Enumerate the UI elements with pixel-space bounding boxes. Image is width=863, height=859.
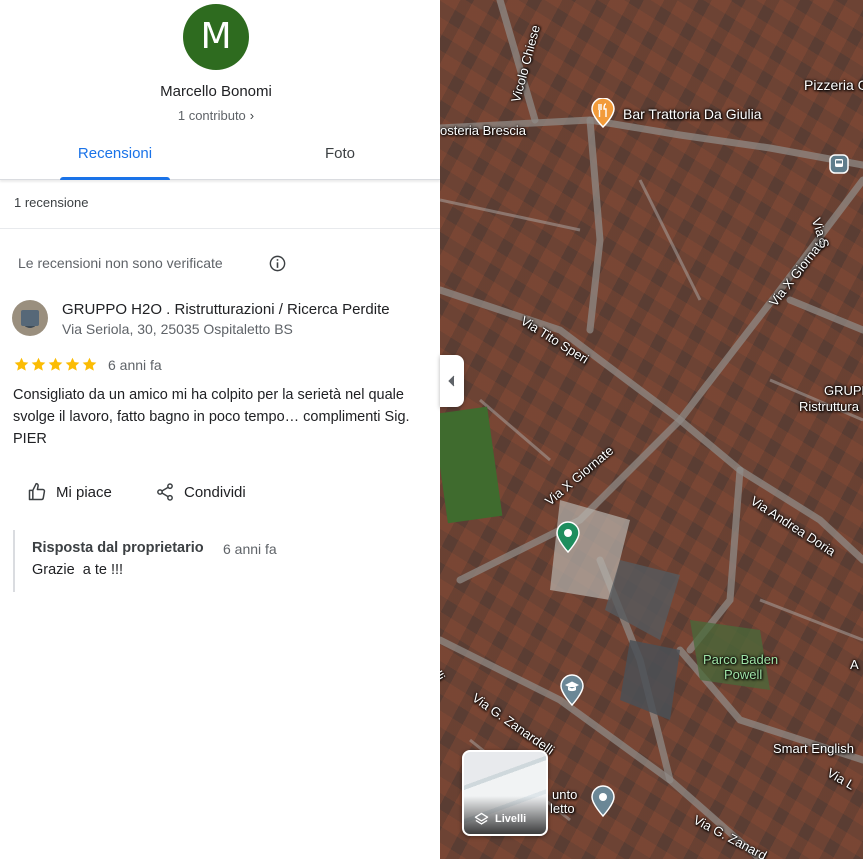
poi-label-trattoria[interactable]: Bar Trattoria Da Giulia (623, 106, 762, 122)
like-label: Mi piace (56, 483, 112, 501)
unverified-notice: Le recensioni non sono verificate (18, 255, 223, 271)
share-button[interactable]: Condividi (155, 479, 246, 505)
poi-label-osteria[interactable]: osteria Brescia (440, 123, 526, 138)
edge-label: A (850, 657, 859, 672)
layers-button[interactable]: Livelli (462, 750, 548, 836)
place-pin-icon[interactable] (555, 521, 581, 553)
poi-label[interactable]: Smart English (773, 741, 854, 756)
owner-reply-bar (13, 530, 15, 592)
tab-bar: Recensioni Foto (0, 133, 440, 180)
contributions-label: 1 contributo (177, 108, 246, 123)
place-avatar[interactable] (12, 300, 48, 336)
sports-field (440, 406, 503, 524)
profile-avatar[interactable]: M (183, 4, 249, 70)
poi-label[interactable]: Pizzeria G (804, 77, 863, 93)
star-icon (48, 357, 63, 371)
place-pin-icon[interactable] (590, 785, 616, 817)
layers-icon (474, 812, 489, 825)
like-button[interactable]: Mi piace (27, 479, 112, 505)
collapse-panel-button[interactable] (440, 355, 464, 407)
thumb-up-icon (28, 482, 46, 501)
info-icon[interactable] (268, 254, 287, 273)
review-date: 6 anni fa (108, 357, 162, 373)
chevron-right-icon: › (249, 108, 255, 123)
tab-reviews[interactable]: Recensioni (60, 133, 170, 180)
school-pin-icon[interactable] (559, 674, 585, 706)
star-icon (65, 357, 80, 371)
park-label[interactable]: Parco Baden (703, 652, 778, 667)
divider (0, 228, 440, 229)
share-icon (157, 483, 173, 501)
owner-reply-date: 6 anni fa (223, 541, 277, 557)
satellite-map[interactable]: Vicolo Chiese Pizzeria G Bar Trattoria D… (440, 0, 863, 859)
contributions-link[interactable]: 1 contributo › (0, 108, 432, 123)
share-label: Condividi (184, 483, 246, 501)
bus-stop-icon[interactable] (829, 154, 849, 174)
poi-label[interactable]: letto (550, 801, 575, 816)
poi-label[interactable]: GRUPP (824, 383, 863, 398)
owner-reply-title: Risposta dal proprietario (32, 540, 204, 556)
star-icon (31, 357, 46, 371)
profile-name: Marcello Bonomi (160, 83, 272, 100)
chevron-left-icon (448, 375, 455, 387)
restaurant-pin-icon[interactable] (590, 98, 616, 128)
layers-label: Livelli (495, 813, 527, 825)
star-icon (82, 357, 97, 371)
contributor-panel: M Marcello Bonomi 1 contributo › Recensio… (0, 0, 440, 859)
place-name[interactable]: GRUPPO H2O . Ristrutturazioni / Ricerca … (62, 301, 390, 318)
poi-label[interactable]: Ristruttura (799, 399, 859, 414)
tab-photos[interactable]: Foto (290, 133, 390, 180)
review-count: 1 recensione (14, 195, 89, 210)
park-label[interactable]: Powell (724, 667, 762, 682)
place-address: Via Seriola, 30, 25035 Ospitaletto BS (62, 321, 293, 337)
review-text: Consigliato da un amico mi ha colpito pe… (13, 387, 410, 447)
star-rating (13, 356, 98, 373)
star-icon (14, 357, 29, 371)
poi-label[interactable]: unto (552, 787, 577, 802)
owner-reply-text: Grazie a te !!! (32, 562, 124, 578)
